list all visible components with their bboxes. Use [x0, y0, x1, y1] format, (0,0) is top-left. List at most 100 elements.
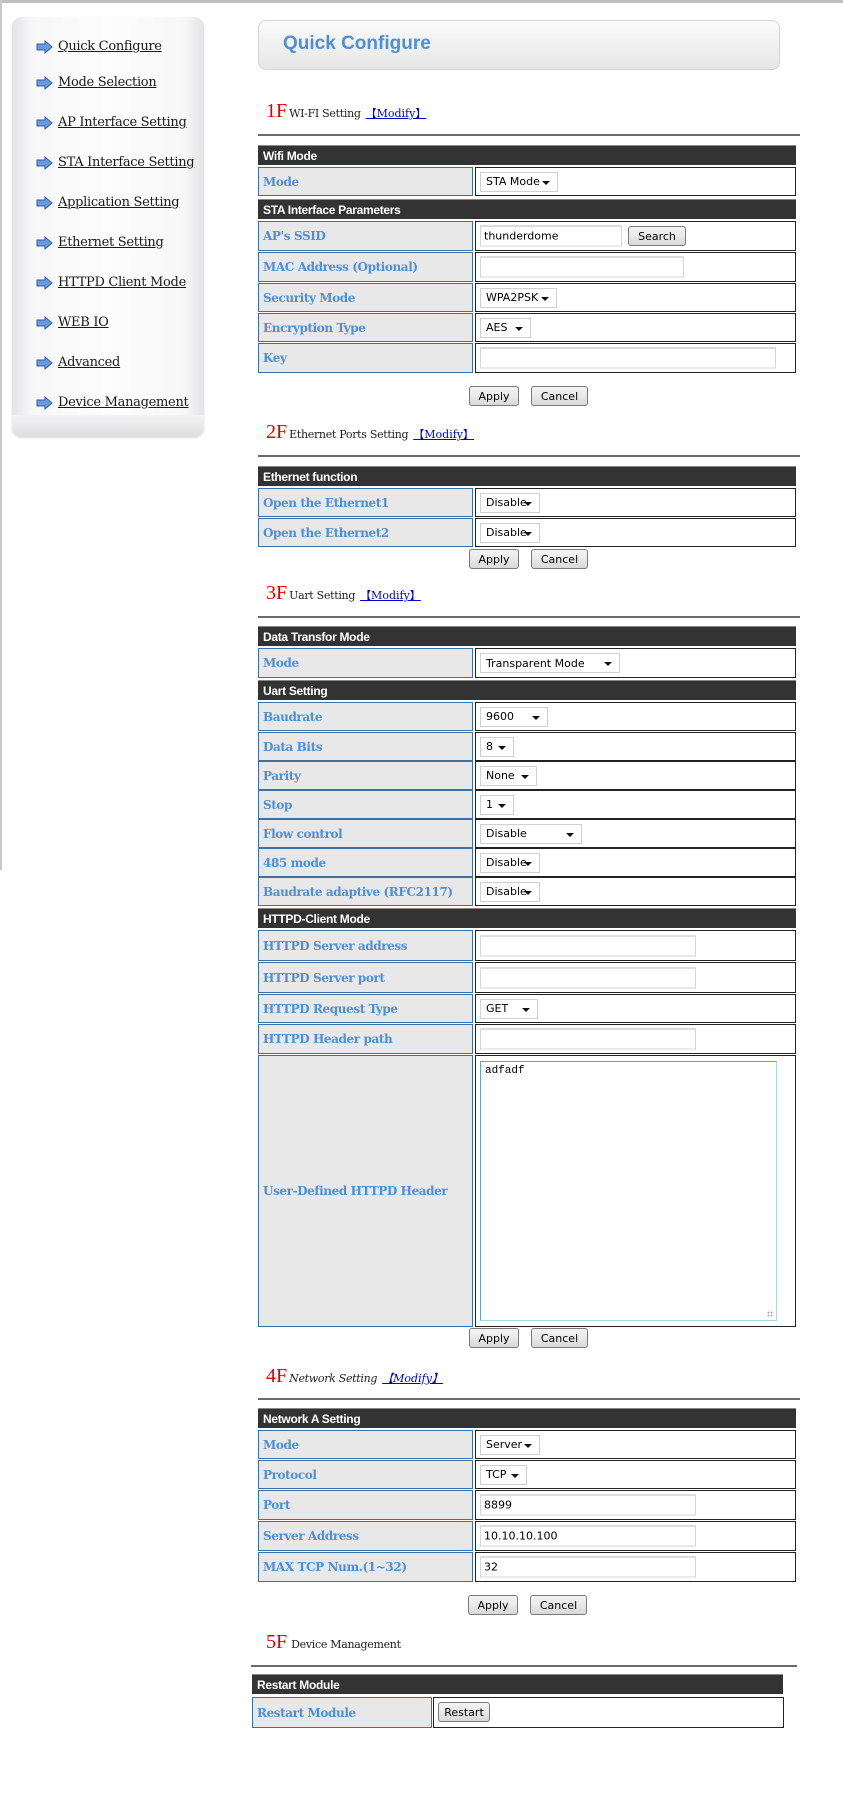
- port-input[interactable]: 8899: [480, 1494, 696, 1516]
- baudrate-select[interactable]: 9600: [480, 706, 548, 727]
- section-title: Network Setting: [289, 1372, 378, 1385]
- sidebar-item-label: Device Management: [58, 395, 189, 410]
- flow-control-select[interactable]: Disable: [480, 823, 582, 844]
- httpd-server-port-input[interactable]: [480, 967, 696, 988]
- httpd-header-path-input[interactable]: [480, 1028, 696, 1050]
- ethernet1-select[interactable]: Disable: [480, 492, 540, 513]
- cancel-button-network[interactable]: Cancel: [530, 1595, 587, 1615]
- sidebar-item-label: Application Setting: [58, 195, 180, 210]
- parity-select[interactable]: None: [480, 765, 537, 786]
- chevron-down-icon: [521, 774, 529, 779]
- modify-link-ethernet[interactable]: 【Modify】: [413, 426, 474, 442]
- baudrate-adaptive-select[interactable]: Disable: [480, 881, 540, 902]
- modify-link-wifi[interactable]: 【Modify】: [366, 105, 427, 121]
- protocol-select[interactable]: TCP: [480, 1464, 527, 1485]
- field-value-cell: Transparent Mode: [475, 648, 796, 678]
- modify-link-network[interactable]: 【Modify】: [382, 1370, 443, 1386]
- select-value: 8: [486, 740, 493, 753]
- sidebar-footer: [12, 415, 204, 437]
- apply-button-network[interactable]: Apply: [468, 1595, 518, 1615]
- httpd-request-type-select[interactable]: GET: [480, 998, 538, 1019]
- chevron-down-icon: [498, 803, 506, 808]
- table-row-user-defined-header: User-Defined HTTPD Header adfadf: [258, 1055, 796, 1327]
- sidebar-item-application-setting[interactable]: Application Setting: [36, 195, 180, 210]
- select-value: 1: [486, 798, 493, 811]
- httpd-server-address-input[interactable]: [480, 935, 696, 956]
- field-value-cell: thunderdome Search: [475, 221, 796, 251]
- field-value-cell: Disable: [475, 488, 796, 517]
- modify-link-uart[interactable]: 【Modify】: [360, 587, 421, 603]
- sidebar-item-mode-selection[interactable]: Mode Selection: [36, 75, 157, 90]
- select-value: Disable: [486, 827, 527, 840]
- table-row-httpd-server-port: HTTPD Server port: [258, 962, 796, 993]
- table-row-485-mode: 485 mode Disable: [258, 848, 796, 877]
- select-value: Server: [486, 1438, 523, 1451]
- field-value-cell: Disable: [475, 819, 796, 848]
- wifi-mode-select[interactable]: STA Mode: [480, 171, 558, 192]
- encryption-type-select[interactable]: AES: [480, 317, 531, 338]
- sidebar-item-httpd-client-mode[interactable]: HTTPD Client Mode: [36, 275, 186, 290]
- ethernet2-select[interactable]: Disable: [480, 522, 540, 543]
- restart-button[interactable]: Restart: [438, 1702, 490, 1722]
- field-value-cell: 32: [475, 1552, 796, 1582]
- network-mode-select[interactable]: Server: [480, 1434, 540, 1455]
- field-value-cell: [475, 962, 796, 993]
- apply-button-wifi[interactable]: Apply: [469, 386, 519, 406]
- max-tcp-num-input[interactable]: 32: [480, 1556, 696, 1578]
- section-title: Device Management: [291, 1638, 401, 1651]
- table-header-httpd-client: HTTPD-Client Mode: [258, 908, 796, 928]
- divider: [258, 455, 800, 457]
- field-label: Data Bits: [258, 732, 473, 761]
- select-value: AES: [486, 321, 508, 334]
- select-value: GET: [486, 1002, 509, 1015]
- sidebar-item-advanced[interactable]: Advanced: [36, 355, 120, 370]
- server-address-input[interactable]: 10.10.10.100: [480, 1525, 696, 1547]
- table-row-network-mode: Mode Server: [258, 1430, 796, 1459]
- cancel-button-wifi[interactable]: Cancel: [531, 386, 588, 406]
- page-title: Quick Configure: [283, 33, 431, 54]
- field-label: HTTPD Header path: [258, 1024, 473, 1054]
- stop-bits-select[interactable]: 1: [480, 794, 514, 815]
- table-row-server-address: Server Address 10.10.10.100: [258, 1521, 796, 1551]
- field-label: Security Mode: [258, 283, 473, 312]
- field-value-cell: None: [475, 761, 796, 790]
- resize-grip-icon[interactable]: [767, 1311, 773, 1317]
- arrow-right-icon: [36, 75, 53, 90]
- mac-address-input[interactable]: [480, 256, 684, 278]
- field-value-cell: Disable: [475, 518, 796, 547]
- field-label: Key: [258, 343, 473, 373]
- table-row-wifi-mode: Mode STA Mode: [258, 167, 796, 196]
- transfer-mode-select[interactable]: Transparent Mode: [480, 653, 620, 673]
- table-header-network-a: Network A Setting: [258, 1408, 796, 1428]
- cancel-button-ethernet[interactable]: Cancel: [531, 549, 588, 569]
- table-row-port: Port 8899: [258, 1490, 796, 1520]
- field-value-cell: [475, 343, 796, 373]
- sidebar-item-web-io[interactable]: WEB IO: [36, 315, 109, 330]
- field-label: Server Address: [258, 1521, 473, 1551]
- divider: [258, 616, 800, 618]
- rs485-mode-select[interactable]: Disable: [480, 852, 540, 873]
- sidebar-item-quick-configure[interactable]: Quick Configure: [36, 39, 162, 54]
- sidebar-item-label: Advanced: [58, 355, 121, 370]
- sidebar-item-sta-interface-setting[interactable]: STA Interface Setting: [36, 155, 195, 170]
- key-input[interactable]: [480, 347, 776, 369]
- select-value: 9600: [486, 710, 514, 723]
- section-heading-wifi: 1F WI-FI Setting 【Modify】: [266, 100, 426, 123]
- arrow-right-icon: [36, 355, 53, 370]
- sidebar-item-ap-interface-setting[interactable]: AP Interface Setting: [36, 115, 187, 130]
- sidebar-item-device-management[interactable]: Device Management: [36, 395, 189, 410]
- table-row-mac-address: MAC Address (Optional): [258, 252, 796, 282]
- cancel-button-uart[interactable]: Cancel: [531, 1328, 588, 1348]
- apply-button-uart[interactable]: Apply: [469, 1328, 519, 1348]
- table-row-httpd-server-address: HTTPD Server address: [258, 930, 796, 961]
- ssid-input[interactable]: thunderdome: [480, 225, 622, 247]
- field-value-cell: WPA2PSK: [475, 283, 796, 312]
- sidebar-item-ethernet-setting[interactable]: Ethernet Setting: [36, 235, 164, 250]
- search-button[interactable]: Search: [628, 226, 686, 246]
- security-mode-select[interactable]: WPA2PSK: [480, 287, 557, 308]
- chevron-down-icon: [524, 501, 532, 506]
- table-row-stop: Stop 1: [258, 790, 796, 819]
- apply-button-ethernet[interactable]: Apply: [469, 549, 519, 569]
- data-bits-select[interactable]: 8: [480, 736, 514, 757]
- user-defined-header-textarea[interactable]: adfadf: [480, 1061, 777, 1321]
